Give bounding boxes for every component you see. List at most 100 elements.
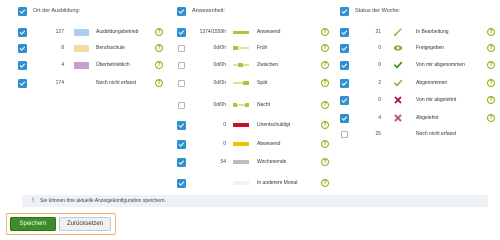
count: 54 [220, 159, 226, 165]
help-icon[interactable]: ? [155, 79, 163, 87]
color-bar-rest [243, 64, 249, 66]
filter-label: Wochenende [257, 159, 287, 165]
filter-checkbox[interactable] [178, 79, 185, 87]
count: 1374/1559h [199, 29, 226, 35]
filter-checkbox[interactable] [177, 120, 186, 130]
filter-row-abgenommen[interactable]: 2 Abgenommen ? [335, 76, 500, 90]
filter-row-ausbildungsbetrieb[interactable]: 127 Ausbildungsbetrieb ? [0, 25, 170, 39]
filter-label: In Bearbeitung [416, 29, 449, 35]
filter-checkbox[interactable] [341, 130, 348, 138]
filter-checkbox[interactable] [18, 43, 27, 53]
help-icon[interactable]: ? [487, 61, 495, 69]
filter-row-in-bearbeitung[interactable]: 21 In Bearbeitung ? [335, 25, 500, 39]
filter-checkbox[interactable] [177, 157, 186, 167]
filter-row-in-anderem-monat[interactable]: In anderem Monat ? [170, 176, 335, 190]
count: 4 [61, 62, 64, 68]
cross-icon [394, 96, 402, 104]
help-icon[interactable]: ? [487, 96, 495, 104]
help-icon[interactable]: ? [155, 44, 163, 52]
filter-row-unentschuldigt[interactable]: 0 Unentschuldigt ? [170, 118, 335, 132]
filter-label: Früh [257, 45, 268, 51]
filter-checkbox[interactable] [178, 101, 185, 109]
save-button[interactable]: Speichern [10, 217, 56, 231]
filter-label: Unentschuldigt [257, 122, 291, 128]
filter-checkbox[interactable] [340, 113, 349, 123]
filter-checkbox[interactable] [177, 27, 186, 37]
count: 2 [378, 80, 381, 86]
select-all-checkbox[interactable] [340, 6, 349, 16]
help-icon[interactable]: ? [155, 61, 163, 69]
filter-checkbox[interactable] [340, 95, 349, 105]
color-swatch [74, 61, 89, 69]
count: 0 [223, 141, 226, 147]
color-bar [233, 123, 249, 127]
section-title: Ort der Ausbildung: [33, 8, 81, 14]
help-icon[interactable]: ? [321, 179, 329, 187]
pencil-icon [394, 28, 402, 36]
count: 174 [55, 80, 64, 86]
color-bar [233, 160, 249, 164]
filter-row-zwischen[interactable]: 0d/0h Zwischen ? [170, 58, 335, 72]
filter-row-wochenende[interactable]: 54 Wochenende ? [170, 155, 335, 169]
select-all-checkbox[interactable] [177, 6, 186, 16]
filter-checkbox[interactable] [178, 44, 185, 52]
filter-row-frueh[interactable]: 0d/0h Früh ? [170, 41, 335, 55]
filter-checkbox[interactable] [18, 78, 27, 88]
help-icon[interactable]: ? [321, 121, 329, 129]
help-icon[interactable]: ? [321, 79, 329, 87]
help-icon[interactable]: ? [487, 28, 495, 36]
help-icon[interactable]: ? [321, 140, 329, 148]
filter-label: Noch nicht erfasst [96, 80, 137, 86]
filter-label: Noch nicht erfasst [416, 131, 457, 137]
filter-label: In anderem Monat [257, 180, 298, 186]
filter-row-berufsschule[interactable]: 8 Berufsschule ? [0, 41, 170, 55]
help-icon[interactable]: ? [487, 79, 495, 87]
color-bar [245, 103, 249, 107]
filter-row-status-noch-nicht-erfasst[interactable]: 25 Noch nicht erfasst [335, 127, 500, 141]
filter-checkbox[interactable] [177, 139, 186, 149]
filter-row-noch-nicht-erfasst[interactable]: 174 Noch nicht erfasst ? [0, 76, 170, 90]
count: 8 [61, 45, 64, 51]
check-icon [394, 61, 403, 69]
filter-row-nacht[interactable]: 0d/0h Nacht ? [170, 98, 335, 112]
filter-checkbox[interactable] [18, 60, 27, 70]
filter-label: Freigegeben [416, 45, 445, 51]
filter-row-von-mir-abgenommen[interactable]: 0 Von mir abgenommen ? [335, 58, 500, 72]
filter-row-ueberbetrieblich[interactable]: 4 Überbetrieblich ? [0, 58, 170, 72]
filter-checkbox[interactable] [18, 27, 27, 37]
filter-label: Ausbildungsbetrieb [96, 29, 139, 35]
filter-row-abgelehnt[interactable]: 4 Abgelehnt ? [335, 111, 500, 125]
filter-label: Abwesend [257, 141, 281, 147]
help-icon[interactable]: ? [321, 158, 329, 166]
filter-row-freigegeben[interactable]: 0 Freigegeben ? [335, 41, 500, 55]
help-icon[interactable]: ? [321, 28, 329, 36]
info-icon: ! [32, 198, 34, 204]
count: 0 [223, 122, 226, 128]
filter-label: Abgelehnt [416, 115, 439, 121]
filter-checkbox[interactable] [340, 27, 349, 37]
filter-row-von-mir-abgelehnt[interactable]: 0 Von mir abgelehnt ? [335, 93, 500, 107]
count: 0d/0h [213, 62, 226, 68]
filter-row-abwesend[interactable]: 0 Abwesend ? [170, 137, 335, 151]
filter-checkbox[interactable] [340, 78, 349, 88]
filter-checkbox[interactable] [340, 60, 349, 70]
filter-label: Anwesend [257, 29, 281, 35]
color-bar [233, 31, 249, 34]
color-bar-rest [233, 82, 243, 84]
filter-checkbox[interactable] [340, 43, 349, 53]
filter-row-spaet[interactable]: 0d/0h Spät ? [170, 76, 335, 90]
filter-checkbox[interactable] [177, 178, 186, 188]
filter-row-anwesend[interactable]: 1374/1559h Anwesend ? [170, 25, 335, 39]
section-header: Status der Woche: [340, 6, 400, 16]
reset-button[interactable]: Zurücksetzen [59, 217, 111, 231]
help-icon[interactable]: ? [321, 101, 329, 109]
help-icon[interactable]: ? [321, 61, 329, 69]
help-icon[interactable]: ? [487, 114, 495, 122]
help-icon[interactable]: ? [321, 44, 329, 52]
help-icon[interactable]: ? [155, 28, 163, 36]
count: 127 [55, 29, 64, 35]
filter-checkbox[interactable] [178, 61, 185, 69]
select-all-checkbox[interactable] [18, 6, 27, 16]
help-icon[interactable]: ? [487, 44, 495, 52]
color-swatch [74, 28, 89, 36]
